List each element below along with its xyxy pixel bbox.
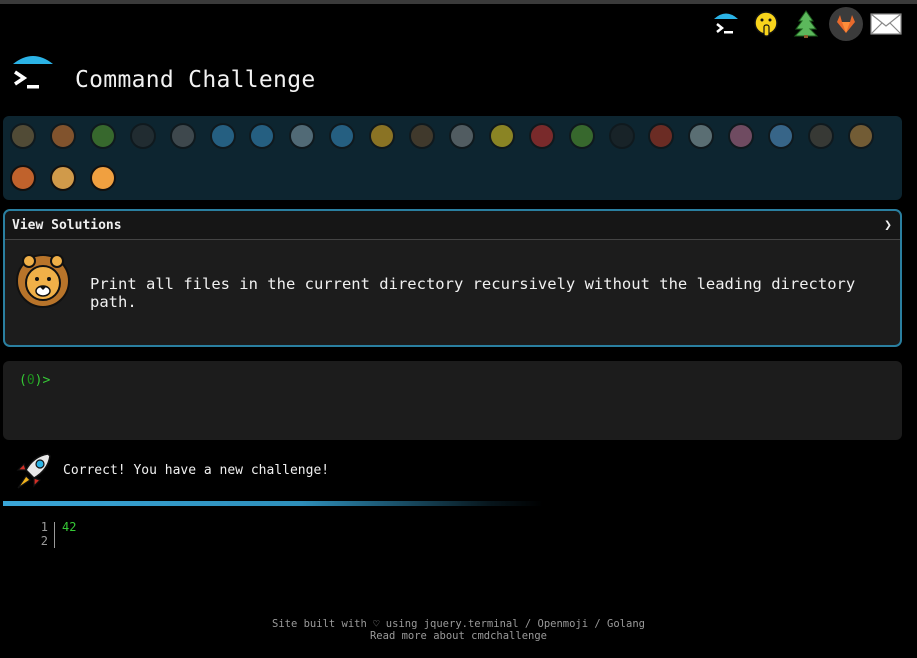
caterpillar-icon[interactable] (87, 120, 119, 152)
progress-line (3, 501, 543, 506)
worm-icon[interactable] (725, 120, 757, 152)
challenge-panel: View Solutions ❯ Print all files in the … (3, 209, 902, 347)
chevron-right-icon: ❯ (884, 217, 892, 233)
spider-icon[interactable] (606, 120, 638, 152)
top-border (0, 0, 917, 4)
footer-about-link[interactable]: Read more about cmdchallenge (0, 630, 917, 642)
whale-icon[interactable] (207, 120, 239, 152)
logo-icon[interactable] (8, 52, 58, 98)
header-icons (709, 6, 903, 42)
fox-icon[interactable] (7, 162, 39, 194)
challenge-description: Print all files in the current directory… (90, 275, 856, 311)
fly-icon[interactable] (685, 120, 717, 152)
snail-icon[interactable] (7, 120, 39, 152)
gorilla-icon[interactable] (805, 120, 837, 152)
success-message: Correct! You have a new challenge! (63, 463, 330, 478)
terminal-umbrella-icon[interactable] (709, 7, 743, 41)
tropical-fish-icon[interactable] (366, 120, 398, 152)
cricket-icon[interactable] (566, 120, 598, 152)
fish-icon[interactable] (326, 120, 358, 152)
view-solutions-label: View Solutions (12, 217, 122, 233)
lion-icon (15, 249, 71, 311)
blowfish-icon[interactable] (406, 120, 438, 152)
spider-web-icon[interactable] (167, 120, 199, 152)
scorpion-icon[interactable] (645, 120, 677, 152)
bee-icon[interactable] (486, 120, 518, 152)
terminal-input[interactable]: (0)> (3, 361, 902, 440)
dolphin-2-icon[interactable] (286, 120, 318, 152)
footer-credits: Site built with ♡ using jquery.terminal … (272, 618, 645, 630)
mail-icon[interactable] (869, 7, 903, 41)
butterfly-icon[interactable] (47, 120, 79, 152)
rocket-icon (12, 450, 54, 492)
gitlab-icon[interactable] (829, 7, 863, 41)
page-title: Command Challenge (75, 67, 316, 93)
dog-icon[interactable] (845, 120, 877, 152)
wolf-icon[interactable] (446, 120, 478, 152)
animal-progress-bar (3, 116, 902, 200)
view-solutions-toggle[interactable]: View Solutions ❯ (5, 211, 900, 240)
ant-icon[interactable] (127, 120, 159, 152)
output-value: 42 (62, 520, 77, 534)
microbe-icon[interactable] (765, 120, 797, 152)
terminal-prompt: (0)> (19, 373, 51, 388)
cat-icon[interactable] (47, 162, 79, 194)
ladybug-icon[interactable] (526, 120, 558, 152)
tree-icon[interactable] (789, 7, 823, 41)
line-numbers: 1 2 (40, 520, 48, 548)
shushing-face-icon[interactable] (749, 7, 783, 41)
dolphin-icon[interactable] (246, 120, 278, 152)
tiger-icon[interactable] (87, 162, 119, 194)
gutter-divider (54, 522, 55, 548)
